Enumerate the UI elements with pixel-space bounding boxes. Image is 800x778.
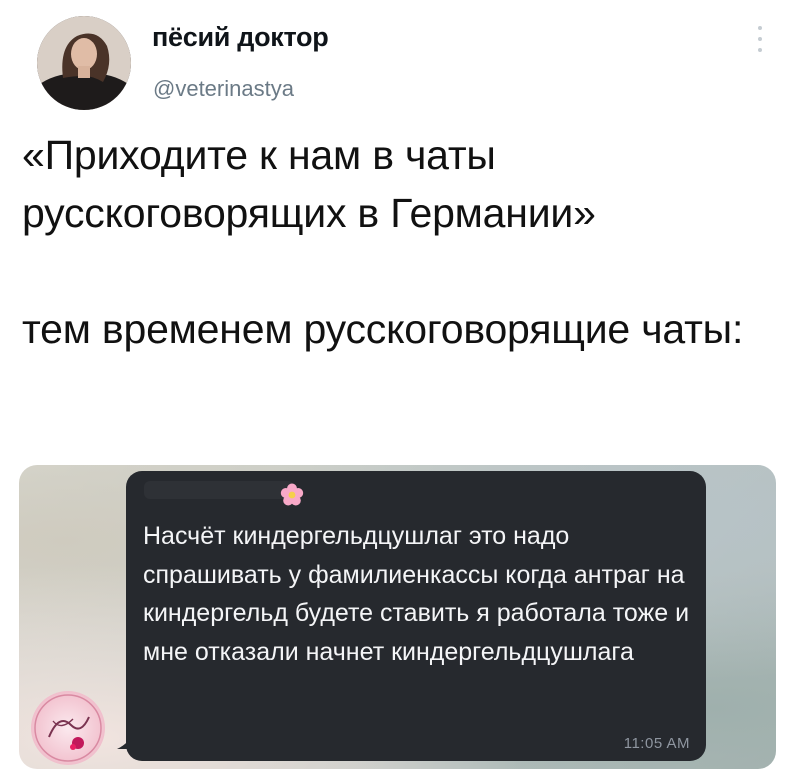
more-vertical-icon[interactable] [754,26,766,52]
tweet-paragraph-1: «Приходите к нам в чаты русскоговорящих … [22,132,596,236]
chat-message-text: Насчёт киндергельдцушлаг это надо спраши… [143,522,690,666]
tweet-paragraph-2: тем временем русскоговорящие чаты: [22,306,744,352]
chat-message-bubble: Насчёт киндергельдцушлаг это надо спраши… [126,471,706,761]
display-name[interactable]: пёсий доктор [152,22,329,53]
sticker-logo [31,691,105,765]
tweet-media-image[interactable]: Насчёт киндергельдцушлаг это надо спраши… [19,465,776,769]
sender-name-redacted [144,481,294,499]
user-handle[interactable]: @veterinastya [153,76,294,102]
avatar[interactable] [37,16,131,110]
message-timestamp: 11:05 AM [623,735,690,752]
flower-emoji-icon [280,483,304,506]
tweet-text: «Приходите к нам в чаты русскоговорящих … [22,126,782,358]
avatar-photo [37,16,131,110]
